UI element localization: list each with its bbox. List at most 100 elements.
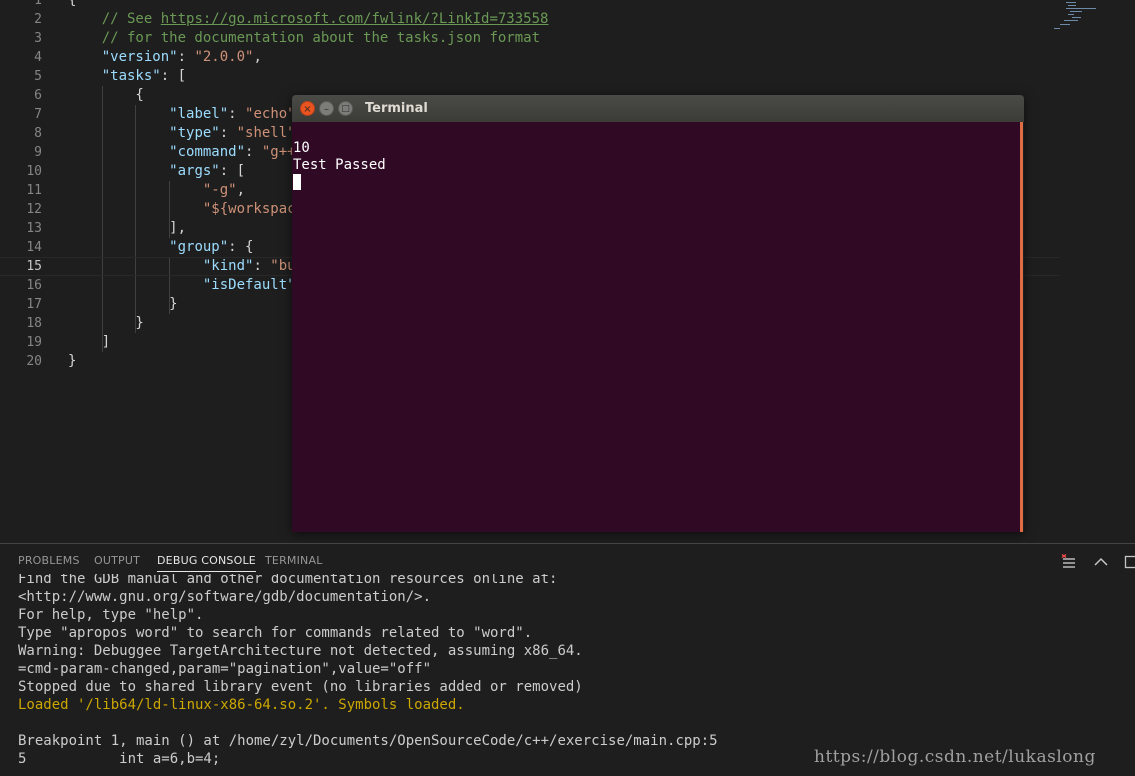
minimap[interactable] [1052,0,1102,32]
maximize-window-button[interactable]: □ [338,101,353,116]
code-token: "${workspac [202,201,296,217]
indent-guide [102,86,103,105]
indent-guide [102,276,103,295]
tab-terminal[interactable]: TERMINAL [265,554,323,568]
code-line[interactable]: 2 // See https://go.microsoft.com/fwlink… [0,10,1060,29]
code-token: : { [228,239,254,255]
indent-guide [102,200,103,219]
console-line: Find the GDB manual and other documentat… [18,574,558,587]
line-content: // for the documentation about the tasks… [68,29,540,48]
line-content: { [68,0,76,10]
indent-guide [169,295,170,314]
line-content: } [68,352,76,371]
line-content: "-g", [68,181,245,200]
code-token: "2.0.0" [194,49,254,65]
terminal-cursor [293,174,301,190]
indent-guide [135,124,136,143]
code-token: : [253,258,271,274]
line-content: } [68,295,178,314]
indent-guide [169,219,170,238]
tab-problems[interactable]: PROBLEMS [18,554,80,568]
code-token: // for the documentation about the tasks… [101,30,541,46]
terminal-window-title: Terminal [365,101,428,116]
console-line: Stopped due to shared library event (no … [18,679,583,695]
clear-console-icon[interactable] [1061,554,1077,570]
chevron-up-icon[interactable] [1093,554,1109,570]
indent-guide [102,314,103,333]
console-line: <http://www.gnu.org/software/gdb/documen… [18,589,432,605]
line-number: 14 [26,240,42,255]
close-icon: × [303,104,312,115]
maximize-panel-icon[interactable] [1123,554,1135,570]
line-number: 9 [34,145,42,160]
code-token: { [68,87,144,103]
console-line: 5 int a=6,b=4; [18,751,221,767]
indent-guide [102,143,103,162]
line-number: 18 [26,316,42,331]
line-number: 15 [26,259,42,274]
minimize-window-button[interactable]: – [319,101,334,116]
indent-guide [135,238,136,257]
screen: 1{2 // See https://go.microsoft.com/fwli… [0,0,1135,776]
tab-debug-console[interactable]: DEBUG CONSOLE [157,554,256,572]
line-number: 13 [26,221,42,236]
code-line[interactable]: 1{ [0,0,1060,10]
code-token: } [68,296,178,312]
tab-output[interactable]: OUTPUT [94,554,140,568]
code-line[interactable]: 3 // for the documentation about the tas… [0,29,1060,48]
line-content: "version": "2.0.0", [68,48,262,67]
code-token: "group" [169,239,229,255]
indent-guide [135,105,136,124]
code-line[interactable]: 5 "tasks": [ [0,67,1060,86]
indent-guide [169,258,170,275]
code-token: "version" [101,49,178,65]
indent-guide [102,181,103,200]
indent-guide [102,162,103,181]
indent-guide [135,219,136,238]
indent-guide [135,314,136,333]
code-token: "label" [169,106,229,122]
indent-guide [135,143,136,162]
console-line: Type "apropos word" to search for comman… [18,625,533,641]
line-number: 6 [34,88,42,103]
bottom-panel: PROBLEMS OUTPUT DEBUG CONSOLE TERMINAL F… [0,543,1135,776]
indent-guide [102,258,103,275]
line-number: 1 [34,0,42,8]
line-content: "args": [ [68,162,245,181]
close-window-button[interactable]: × [300,101,315,116]
console-line: Warning: Debuggee TargetArchitecture not… [18,643,583,659]
debug-console-output[interactable]: Find the GDB manual and other documentat… [0,574,1135,776]
line-number: 19 [26,335,42,350]
line-content: "tasks": [ [68,67,186,86]
indent-guide [169,200,170,219]
code-line[interactable]: 4 "version": "2.0.0", [0,48,1060,67]
console-line: =cmd-param-changed,param="pagination",va… [18,661,432,677]
line-number: 4 [34,50,42,65]
terminal-titlebar[interactable]: × – □ Terminal [292,95,1024,122]
code-token: } [68,353,77,369]
code-token: : [219,125,237,141]
console-line: Loaded '/lib64/ld-linux-x86-64.so.2'. Sy… [18,697,465,713]
code-token: : [ [219,163,246,179]
line-content: // See https://go.microsoft.com/fwlink/?… [68,10,549,29]
line-number: 2 [34,12,42,27]
terminal-output-area[interactable]: 10 Test Passed [292,122,1023,532]
code-token: { [68,0,77,8]
code-token: "kind" [202,258,254,274]
code-token: "g++ [261,144,296,160]
code-token: "tasks" [101,68,161,84]
code-token: ] [68,334,111,350]
minimize-icon: – [324,104,329,115]
line-number: 7 [34,107,42,122]
indent-guide [102,238,103,257]
indent-guide [135,295,136,314]
code-token: "args" [169,163,220,179]
line-number: 10 [26,164,42,179]
watermark: https://blog.csdn.net/lukaslong [814,747,1096,767]
terminal-window[interactable]: × – □ Terminal 10 Test Passed [292,95,1024,532]
line-number: 20 [26,354,42,369]
indent-guide [135,200,136,219]
